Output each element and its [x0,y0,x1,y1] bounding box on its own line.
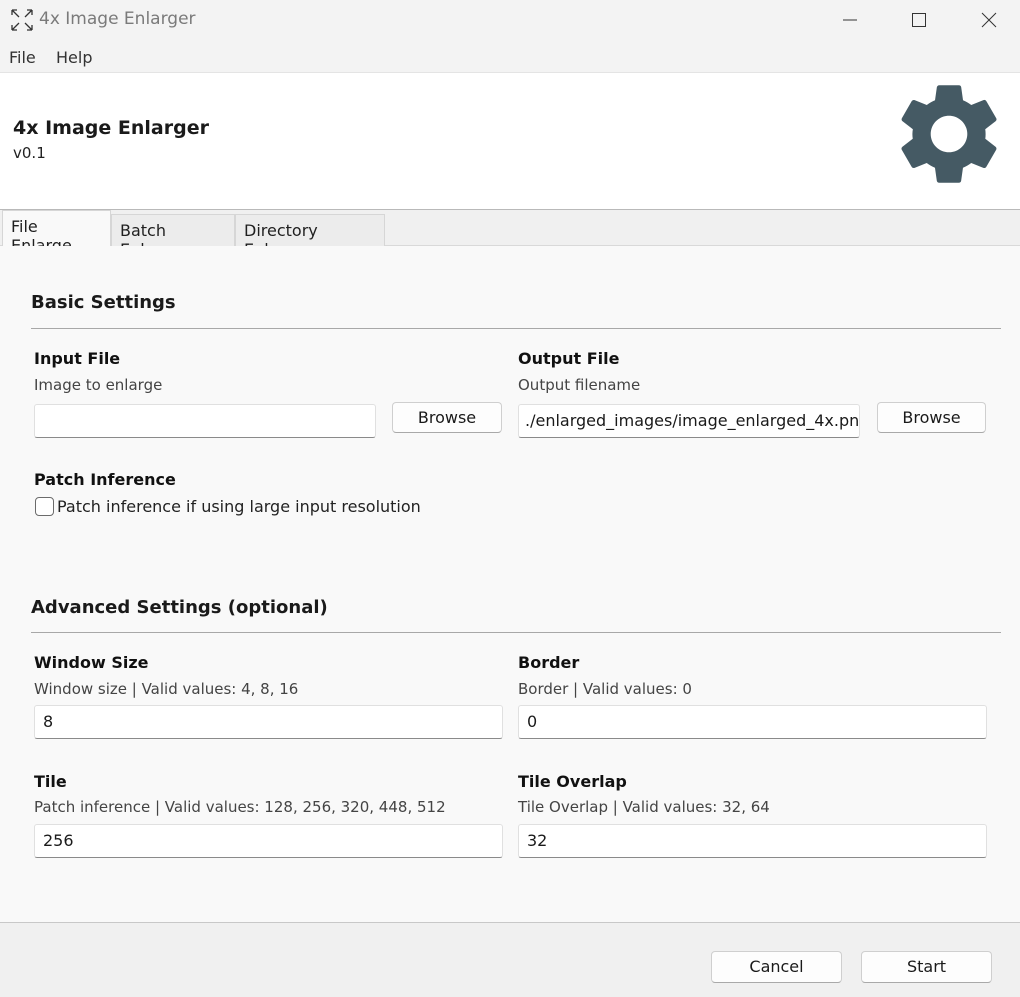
title-bar: 4x Image Enlarger [0,0,1020,40]
output-file-browse-button[interactable]: Browse [877,402,986,433]
header-version: v0.1 [13,144,46,162]
output-file-desc: Output filename [518,376,641,394]
patch-inference-label: Patch Inference [34,470,176,489]
window-size-field[interactable]: 8 [34,705,503,739]
advanced-settings-divider [31,632,1001,633]
output-file-field[interactable]: ./enlarged_images/image_enlarged_4x.pn [518,404,860,438]
border-desc: Border | Valid values: 0 [518,680,692,698]
minimize-button[interactable] [815,0,885,40]
tile-field[interactable]: 256 [34,824,503,858]
tile-label: Tile [34,772,67,791]
tile-desc: Patch inference | Valid values: 128, 256… [34,798,446,816]
tab-directory-enlarge[interactable]: Directory Enlarge [235,214,385,259]
maximize-button[interactable] [884,0,954,40]
expand-arrows-icon [11,9,33,31]
menu-bar: File Help [0,40,1020,72]
app-header: 4x Image Enlarger v0.1 [0,72,1020,210]
file-enlarge-panel: Basic Settings Input File Image to enlar… [0,246,1020,922]
border-field[interactable]: 0 [518,705,987,739]
header-title: 4x Image Enlarger [13,117,209,139]
tile-overlap-desc: Tile Overlap | Valid values: 32, 64 [518,798,770,816]
basic-settings-divider [31,328,1001,329]
tab-file-enlarge[interactable]: File Enlarge [2,210,111,255]
input-file-field[interactable] [34,404,376,438]
start-button[interactable]: Start [861,951,992,983]
minimize-icon [843,19,857,21]
input-file-desc: Image to enlarge [34,376,163,394]
close-button[interactable] [954,0,1020,40]
basic-settings-title: Basic Settings [31,292,176,313]
maximize-icon [912,13,926,27]
patch-inference-checkbox[interactable] [35,497,54,516]
gear-icon [901,85,997,183]
tile-overlap-field[interactable]: 32 [518,824,987,858]
output-file-label: Output File [518,349,620,368]
menu-file[interactable]: File [9,48,36,67]
patch-inference-checkbox-label[interactable]: Patch inference if using large input res… [57,497,421,516]
tile-overlap-label: Tile Overlap [518,772,627,791]
tab-bar: File Enlarge Batch Enlarge Directory Enl… [0,210,1020,259]
advanced-settings-title: Advanced Settings (optional) [31,597,328,618]
window-size-label: Window Size [34,653,149,672]
close-icon [981,12,997,28]
input-file-label: Input File [34,349,121,368]
dialog-footer: Cancel Start [0,922,1020,997]
tab-batch-enlarge[interactable]: Batch Enlarge [111,214,235,259]
border-label: Border [518,653,580,672]
app-window: 4x Image Enlarger File Help 4x Image Enl… [0,0,1020,997]
window-title: 4x Image Enlarger [39,9,196,29]
window-size-desc: Window size | Valid values: 4, 8, 16 [34,680,299,698]
cancel-button[interactable]: Cancel [711,951,842,983]
menu-help[interactable]: Help [56,48,92,67]
input-file-browse-button[interactable]: Browse [392,402,502,433]
